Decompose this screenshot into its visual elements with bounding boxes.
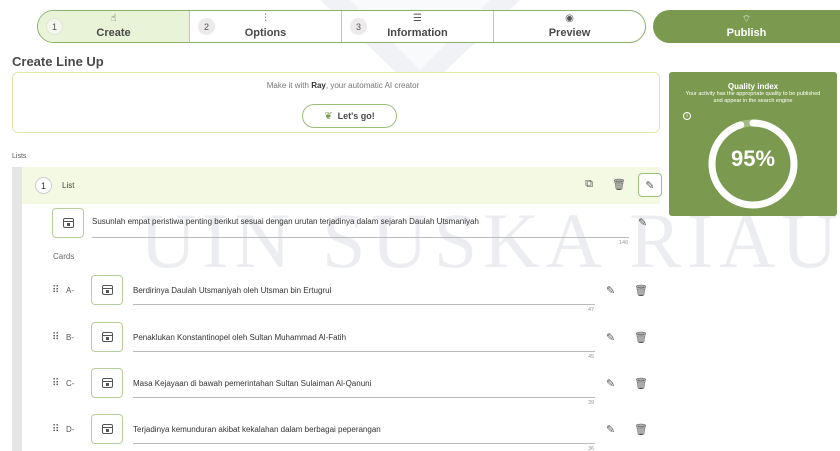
ray-brand: Ray <box>311 81 326 90</box>
card-row: ⠿ B- Penaklukan Konstantinopel oleh Sult… <box>52 322 652 360</box>
calendar-icon[interactable] <box>91 414 123 444</box>
sliders-icon: ⫶ <box>264 13 267 24</box>
drag-handle-icon[interactable]: ⠿ <box>52 332 59 343</box>
quality-description: Your activity has the appropriate qualit… <box>685 91 821 104</box>
list-name: List <box>62 181 75 190</box>
step-number: 1 <box>46 18 63 35</box>
ray-description: Make it with Ray, your automatic AI crea… <box>263 81 423 90</box>
quality-index-panel: Quality index Your activity has the appr… <box>669 72 837 216</box>
info-icon[interactable]: i <box>683 112 691 120</box>
card-underline <box>133 304 595 305</box>
card-text[interactable]: Masa Kejayaan di bawah pemerintahan Sult… <box>133 379 371 388</box>
pencil-icon[interactable]: ✎ <box>606 284 615 297</box>
list-panel: 1 List ⧉ 🗑 ✎ Susunlah empat peristiwa pe… <box>12 167 662 451</box>
lets-go-label: Let's go! <box>337 111 375 121</box>
card-text[interactable]: Penaklukan Konstantinopel oleh Sultan Mu… <box>133 333 346 342</box>
broadcast-icon: ⌔ <box>741 13 752 25</box>
stepper: 1 ☝ Create 2 ⫶ Options 3 ☰ Information ◉… <box>37 10 646 43</box>
drag-handle-icon[interactable]: ⠿ <box>52 424 59 435</box>
list-rail <box>12 167 22 451</box>
card-letter: C- <box>66 379 75 388</box>
pencil-icon: ✎ <box>645 179 655 192</box>
card-char-count: 47 <box>588 307 595 313</box>
step-information[interactable]: 3 ☰ Information <box>342 11 494 42</box>
quality-value: 95% <box>730 146 776 171</box>
card-char-count: 36 <box>588 446 595 451</box>
trash-icon[interactable]: 🗑 <box>612 178 626 191</box>
drag-handle-icon[interactable]: ⠿ <box>52 378 59 389</box>
question-char-count: 146 <box>619 240 629 246</box>
calendar-icon[interactable] <box>91 322 123 352</box>
calendar-icon[interactable] <box>91 275 123 305</box>
step-label: Create <box>96 27 131 39</box>
calendar-icon[interactable] <box>91 368 123 398</box>
card-underline <box>133 351 595 352</box>
pencil-icon[interactable]: ✎ <box>606 423 615 436</box>
ray-text-suffix: , your automatic AI creator <box>325 81 420 90</box>
copy-icon[interactable]: ⧉ <box>582 178 596 191</box>
step-create[interactable]: 1 ☝ Create <box>38 11 190 42</box>
pencil-icon[interactable]: ✎ <box>638 216 647 229</box>
card-row: ⠿ D- Terjadinya kemunduran akibat kekala… <box>52 414 652 451</box>
card-underline <box>133 443 595 444</box>
eye-icon: ◉ <box>565 13 574 24</box>
pencil-icon[interactable]: ✎ <box>606 377 615 390</box>
edit-list-button[interactable]: ✎ <box>638 173 662 197</box>
card-letter: A- <box>66 286 74 295</box>
card-row: ⠿ C- Masa Kejayaan di bawah pemerintahan… <box>52 368 652 406</box>
card-letter: B- <box>66 333 74 342</box>
list-number: 1 <box>35 177 52 194</box>
step-label: Information <box>387 27 448 39</box>
publish-label: Publish <box>726 26 767 39</box>
lists-label: Lists <box>12 153 27 160</box>
card-letter: D- <box>66 425 75 434</box>
ray-text-prefix: Make it with <box>266 81 312 90</box>
ray-ai-panel: Make it with Ray, your automatic AI crea… <box>12 72 660 133</box>
publish-button[interactable]: ⌔ Publish <box>653 10 840 43</box>
drag-handle-icon[interactable]: ⠿ <box>52 285 59 296</box>
cards-label: Cards <box>53 252 75 261</box>
leaf-icon: ❦ <box>324 110 333 122</box>
step-preview[interactable]: ◉ Preview <box>494 11 645 42</box>
calendar-icon[interactable] <box>52 208 84 238</box>
step-number: 2 <box>198 18 215 35</box>
card-text[interactable]: Terjadinya kemunduran akibat kekalahan d… <box>133 425 381 434</box>
card-char-count: 45 <box>588 354 595 360</box>
list-icon: ☰ <box>413 13 422 24</box>
trash-icon[interactable]: 🗑 <box>634 284 648 297</box>
lets-go-button[interactable]: ❦ Let's go! <box>302 104 397 128</box>
page-title: Create Line Up <box>12 54 104 69</box>
card-char-count: 39 <box>588 400 595 406</box>
step-label: Preview <box>548 27 591 39</box>
question-row: Susunlah empat peristiwa penting berikut… <box>52 208 652 246</box>
list-header[interactable]: 1 List ⧉ 🗑 ✎ <box>22 167 662 204</box>
step-label: Options <box>244 27 287 39</box>
trash-icon[interactable]: 🗑 <box>634 377 648 390</box>
step-number: 3 <box>350 18 367 35</box>
question-text[interactable]: Susunlah empat peristiwa penting berikut… <box>92 217 479 226</box>
card-underline <box>133 397 595 398</box>
quality-title: Quality index <box>727 82 779 91</box>
question-underline <box>92 237 629 238</box>
hand-pointer-icon: ☝ <box>110 13 117 24</box>
card-row: ⠿ A- Berdirinya Daulah Utsmaniyah oleh U… <box>52 275 652 313</box>
trash-icon[interactable]: 🗑 <box>634 423 648 436</box>
pencil-icon[interactable]: ✎ <box>606 331 615 344</box>
trash-icon[interactable]: 🗑 <box>634 331 648 344</box>
card-text[interactable]: Berdirinya Daulah Utsmaniyah oleh Utsman… <box>133 286 331 295</box>
step-options[interactable]: 2 ⫶ Options <box>190 11 342 42</box>
